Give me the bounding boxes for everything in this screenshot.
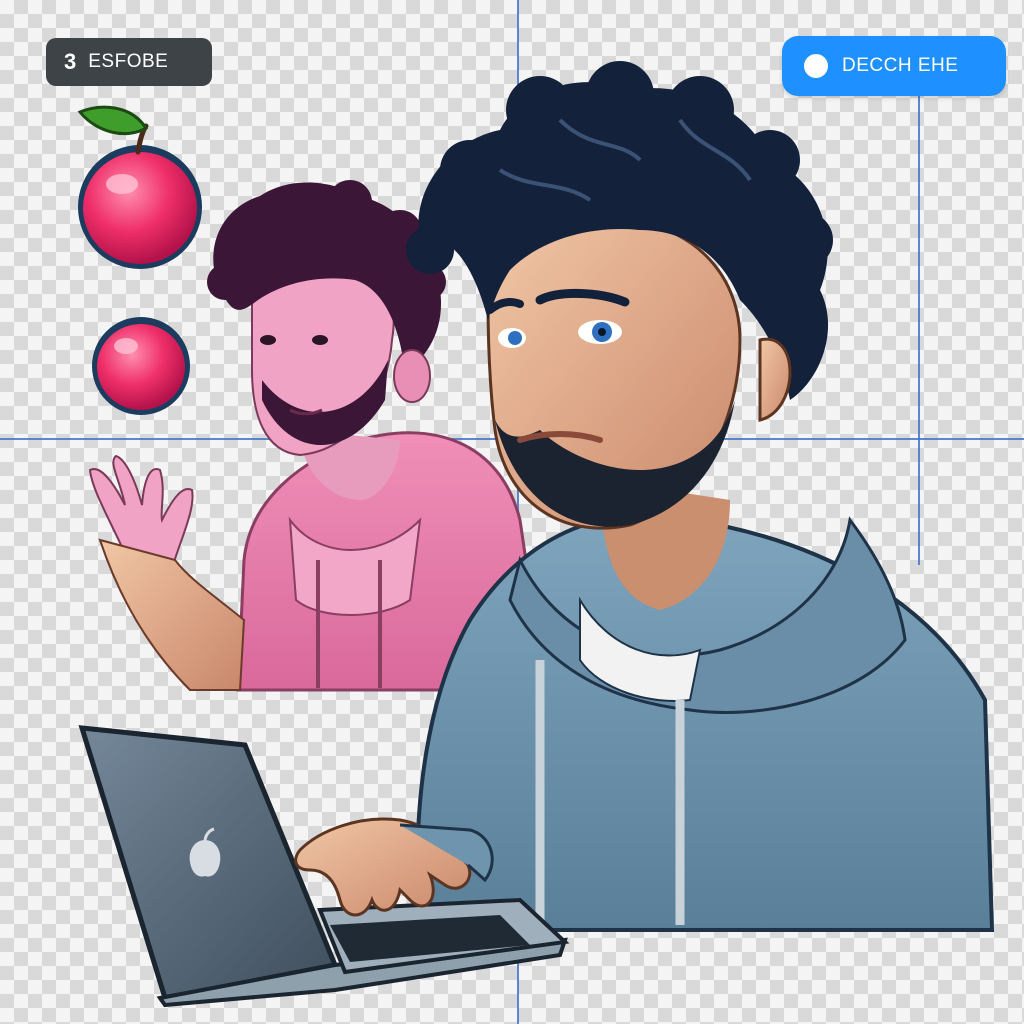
design-canvas[interactable]: 3 ESFOBE DECCH EHE [0,0,1024,1024]
illustration-layer [77,61,995,1008]
apple-icon[interactable] [77,105,202,269]
apple-icon[interactable] [92,317,190,415]
apple-logo-icon [189,840,221,877]
hand-icon[interactable] [88,454,246,691]
